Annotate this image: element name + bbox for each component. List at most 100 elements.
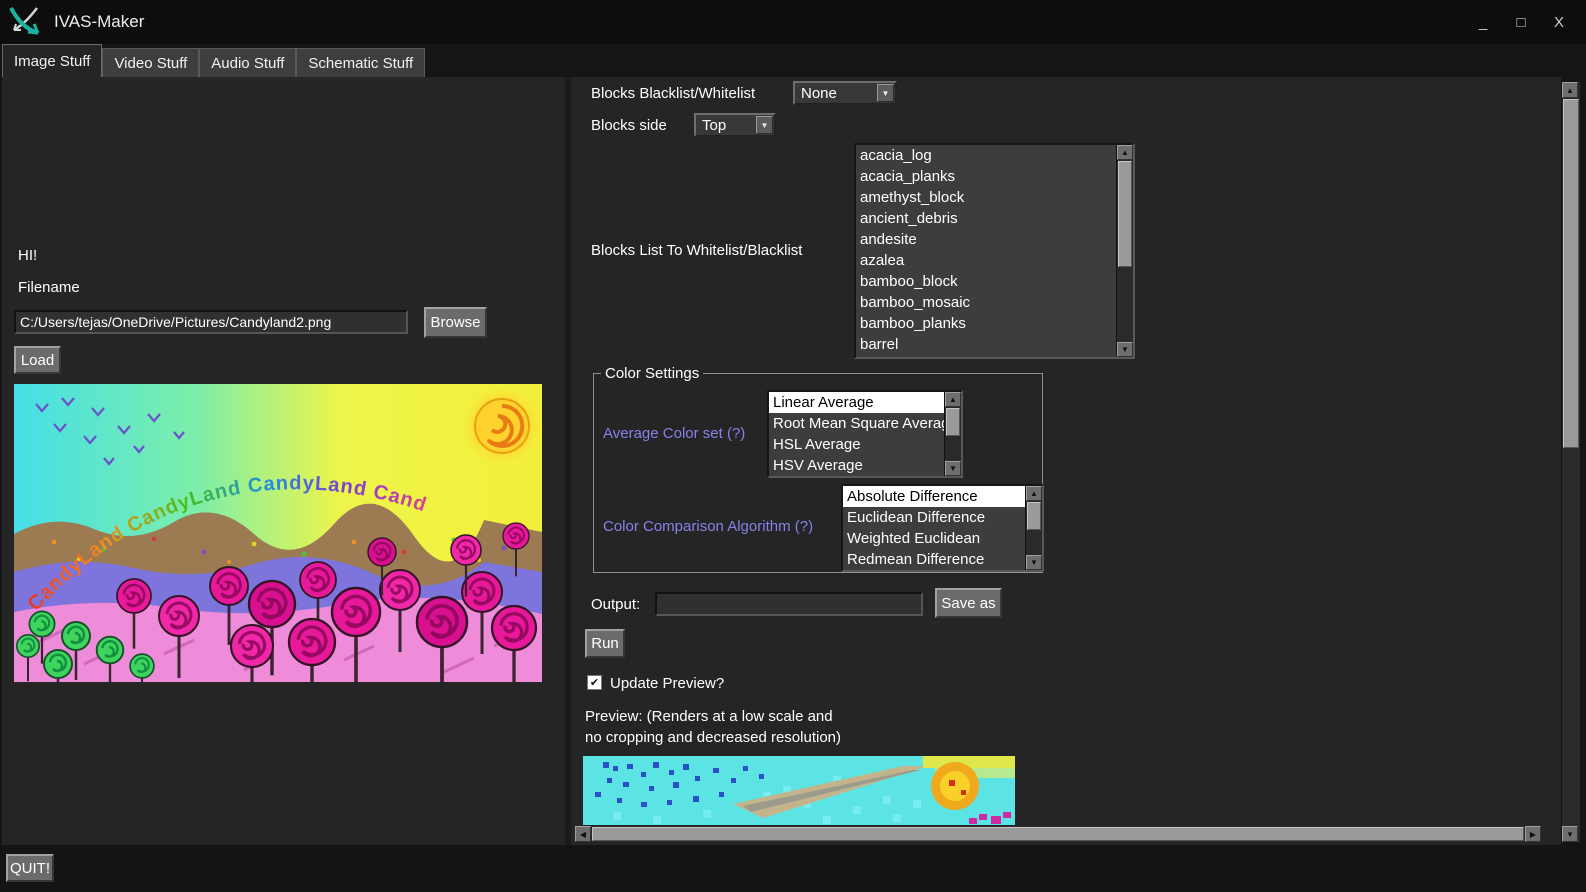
- tab-image-stuff[interactable]: Image Stuff: [2, 44, 103, 77]
- scrollbar-thumb[interactable]: [1027, 502, 1041, 531]
- filename-label: Filename: [18, 279, 80, 296]
- output-label: Output:: [591, 596, 641, 613]
- preview-caption-line1: Preview: (Renders at a low scale and: [585, 708, 833, 725]
- tab-audio-stuff[interactable]: Audio Stuff: [199, 48, 297, 77]
- list-option[interactable]: azalea: [856, 250, 1116, 271]
- blocks-blacklist-value: None: [801, 84, 837, 102]
- tab-bar: Image Stuff Video Stuff Audio Stuff Sche…: [2, 44, 426, 77]
- blocks-list-scrollbar[interactable]: ▲ ▼: [1116, 145, 1133, 357]
- scrollbar-trough[interactable]: [1562, 98, 1580, 826]
- list-option[interactable]: bamboo_mosaic: [856, 292, 1116, 313]
- title-bar: IVAS-Maker _ □ X: [0, 0, 1586, 44]
- color-comparison-items: Absolute Difference Euclidean Difference W…: [843, 486, 1025, 570]
- blocks-listbox[interactable]: acacia_log acacia_planks amethyst_block anc…: [854, 143, 1135, 359]
- blacklist-label: Blocks Blacklist/Whitelist: [591, 85, 756, 102]
- scrollbar-trough[interactable]: [591, 826, 1525, 842]
- scrollbar-thumb[interactable]: [1563, 99, 1579, 449]
- down-arrow-icon: ▼: [1030, 558, 1038, 567]
- load-button[interactable]: Load: [14, 346, 61, 374]
- update-preview-label: Update Preview?: [610, 675, 725, 692]
- up-arrow-icon: ▲: [1566, 85, 1574, 95]
- color-comparison-listbox[interactable]: Absolute Difference Euclidean Difference W…: [841, 484, 1044, 572]
- scroll-right-button[interactable]: ▶: [1525, 826, 1541, 842]
- app-logo-icon: [9, 7, 40, 35]
- dropdown-arrow-icon: ▼: [756, 116, 773, 134]
- scrollbar-thumb[interactable]: [592, 827, 1524, 841]
- preview-image: [583, 756, 1015, 825]
- scroll-down-button[interactable]: ▼: [1117, 342, 1133, 357]
- list-option[interactable]: Linear Average: [769, 392, 944, 413]
- list-option[interactable]: amethyst_block: [856, 187, 1116, 208]
- scroll-down-button[interactable]: ▼: [945, 461, 961, 476]
- maximize-button[interactable]: □: [1510, 14, 1532, 31]
- scrollbar-thumb[interactable]: [1118, 161, 1132, 267]
- quit-button[interactable]: QUIT!: [6, 854, 54, 882]
- loaded-image: CandyLand CandyLand CandyLand Cand: [14, 384, 542, 682]
- preview-render: [583, 756, 1015, 825]
- dropdown-arrow-icon: ▼: [877, 84, 894, 102]
- down-arrow-glyph: ▼: [881, 88, 890, 98]
- average-color-scrollbar[interactable]: ▲ ▼: [944, 392, 961, 476]
- list-option[interactable]: bamboo_planks: [856, 313, 1116, 334]
- down-arrow-icon: ▼: [1566, 829, 1574, 839]
- color-comparison-label[interactable]: Color Comparison Algorithm (?): [603, 518, 813, 535]
- candyland-image: CandyLand CandyLand CandyLand Cand: [14, 384, 542, 682]
- list-option[interactable]: HSV Average: [769, 455, 944, 476]
- color-comparison-scrollbar[interactable]: ▲ ▼: [1025, 486, 1042, 570]
- sun-icon: [460, 384, 542, 468]
- list-option[interactable]: Root Mean Square Average: [769, 413, 944, 434]
- list-option[interactable]: acacia_log: [856, 145, 1116, 166]
- tab-video-stuff[interactable]: Video Stuff: [102, 48, 200, 77]
- list-option[interactable]: Absolute Difference: [843, 486, 1025, 507]
- blocks-blacklist-dropdown[interactable]: None ▼: [793, 81, 897, 105]
- list-option[interactable]: andesite: [856, 229, 1116, 250]
- minimize-button[interactable]: _: [1472, 14, 1494, 31]
- scrollbar-thumb[interactable]: [946, 408, 960, 437]
- down-arrow-icon: ▼: [949, 464, 957, 473]
- filename-input[interactable]: [14, 310, 408, 334]
- window-title: IVAS-Maker: [54, 12, 145, 31]
- preview-caption-line2: no cropping and decreased resolution): [585, 729, 842, 746]
- down-arrow-glyph: ▼: [760, 120, 769, 130]
- update-preview-checkbox[interactable]: ✔: [587, 675, 602, 690]
- scroll-up-button[interactable]: ▲: [1026, 486, 1042, 501]
- scrollbar-trough[interactable]: [1117, 160, 1133, 342]
- down-arrow-icon: ▼: [1121, 345, 1129, 354]
- scroll-up-button[interactable]: ▲: [1562, 82, 1578, 98]
- average-color-label[interactable]: Average Color set (?): [603, 425, 745, 442]
- close-button[interactable]: X: [1548, 14, 1570, 31]
- list-option[interactable]: ancient_debris: [856, 208, 1116, 229]
- scroll-down-button[interactable]: ▼: [1026, 555, 1042, 570]
- scrollbar-trough[interactable]: [1026, 501, 1042, 555]
- app-window: IVAS-Maker _ □ X Image Stuff Video Stuff…: [0, 0, 1586, 892]
- list-option[interactable]: bamboo_block: [856, 271, 1116, 292]
- vertical-scrollbar[interactable]: ▲ ▼: [1562, 82, 1580, 842]
- scroll-up-button[interactable]: ▲: [1117, 145, 1133, 160]
- up-arrow-icon: ▲: [949, 395, 957, 404]
- tab-schematic-stuff[interactable]: Schematic Stuff: [296, 48, 426, 77]
- list-option[interactable]: HSL Average: [769, 434, 944, 455]
- scroll-up-button[interactable]: ▲: [945, 392, 961, 407]
- run-button[interactable]: Run: [585, 629, 625, 658]
- up-arrow-icon: ▲: [1030, 489, 1038, 498]
- scroll-left-button[interactable]: ◀: [575, 826, 591, 842]
- average-color-listbox[interactable]: Linear Average Root Mean Square Average HS…: [767, 390, 963, 478]
- preview-sun: [931, 762, 979, 810]
- browse-button[interactable]: Browse: [424, 307, 487, 338]
- list-option[interactable]: Redmean Difference: [843, 549, 1025, 570]
- color-settings-group: Color Settings Average Color set (?) Lin…: [593, 365, 1044, 573]
- up-arrow-icon: ▲: [1121, 148, 1129, 157]
- scrollbar-trough[interactable]: [945, 407, 961, 461]
- average-color-items: Linear Average Root Mean Square Average HS…: [769, 392, 944, 476]
- output-input[interactable]: [655, 592, 923, 616]
- list-option[interactable]: acacia_planks: [856, 166, 1116, 187]
- scroll-down-button[interactable]: ▼: [1562, 826, 1578, 842]
- list-option[interactable]: barrel: [856, 334, 1116, 355]
- blocks-side-dropdown[interactable]: Top ▼: [694, 113, 776, 137]
- list-option[interactable]: Euclidean Difference: [843, 507, 1025, 528]
- horizontal-scrollbar[interactable]: ◀ ▶: [575, 826, 1541, 842]
- blocks-list-label: Blocks List To Whitelist/Blacklist: [591, 242, 803, 259]
- save-as-button[interactable]: Save as: [935, 588, 1002, 618]
- color-settings-title: Color Settings: [601, 365, 704, 382]
- list-option[interactable]: Weighted Euclidean: [843, 528, 1025, 549]
